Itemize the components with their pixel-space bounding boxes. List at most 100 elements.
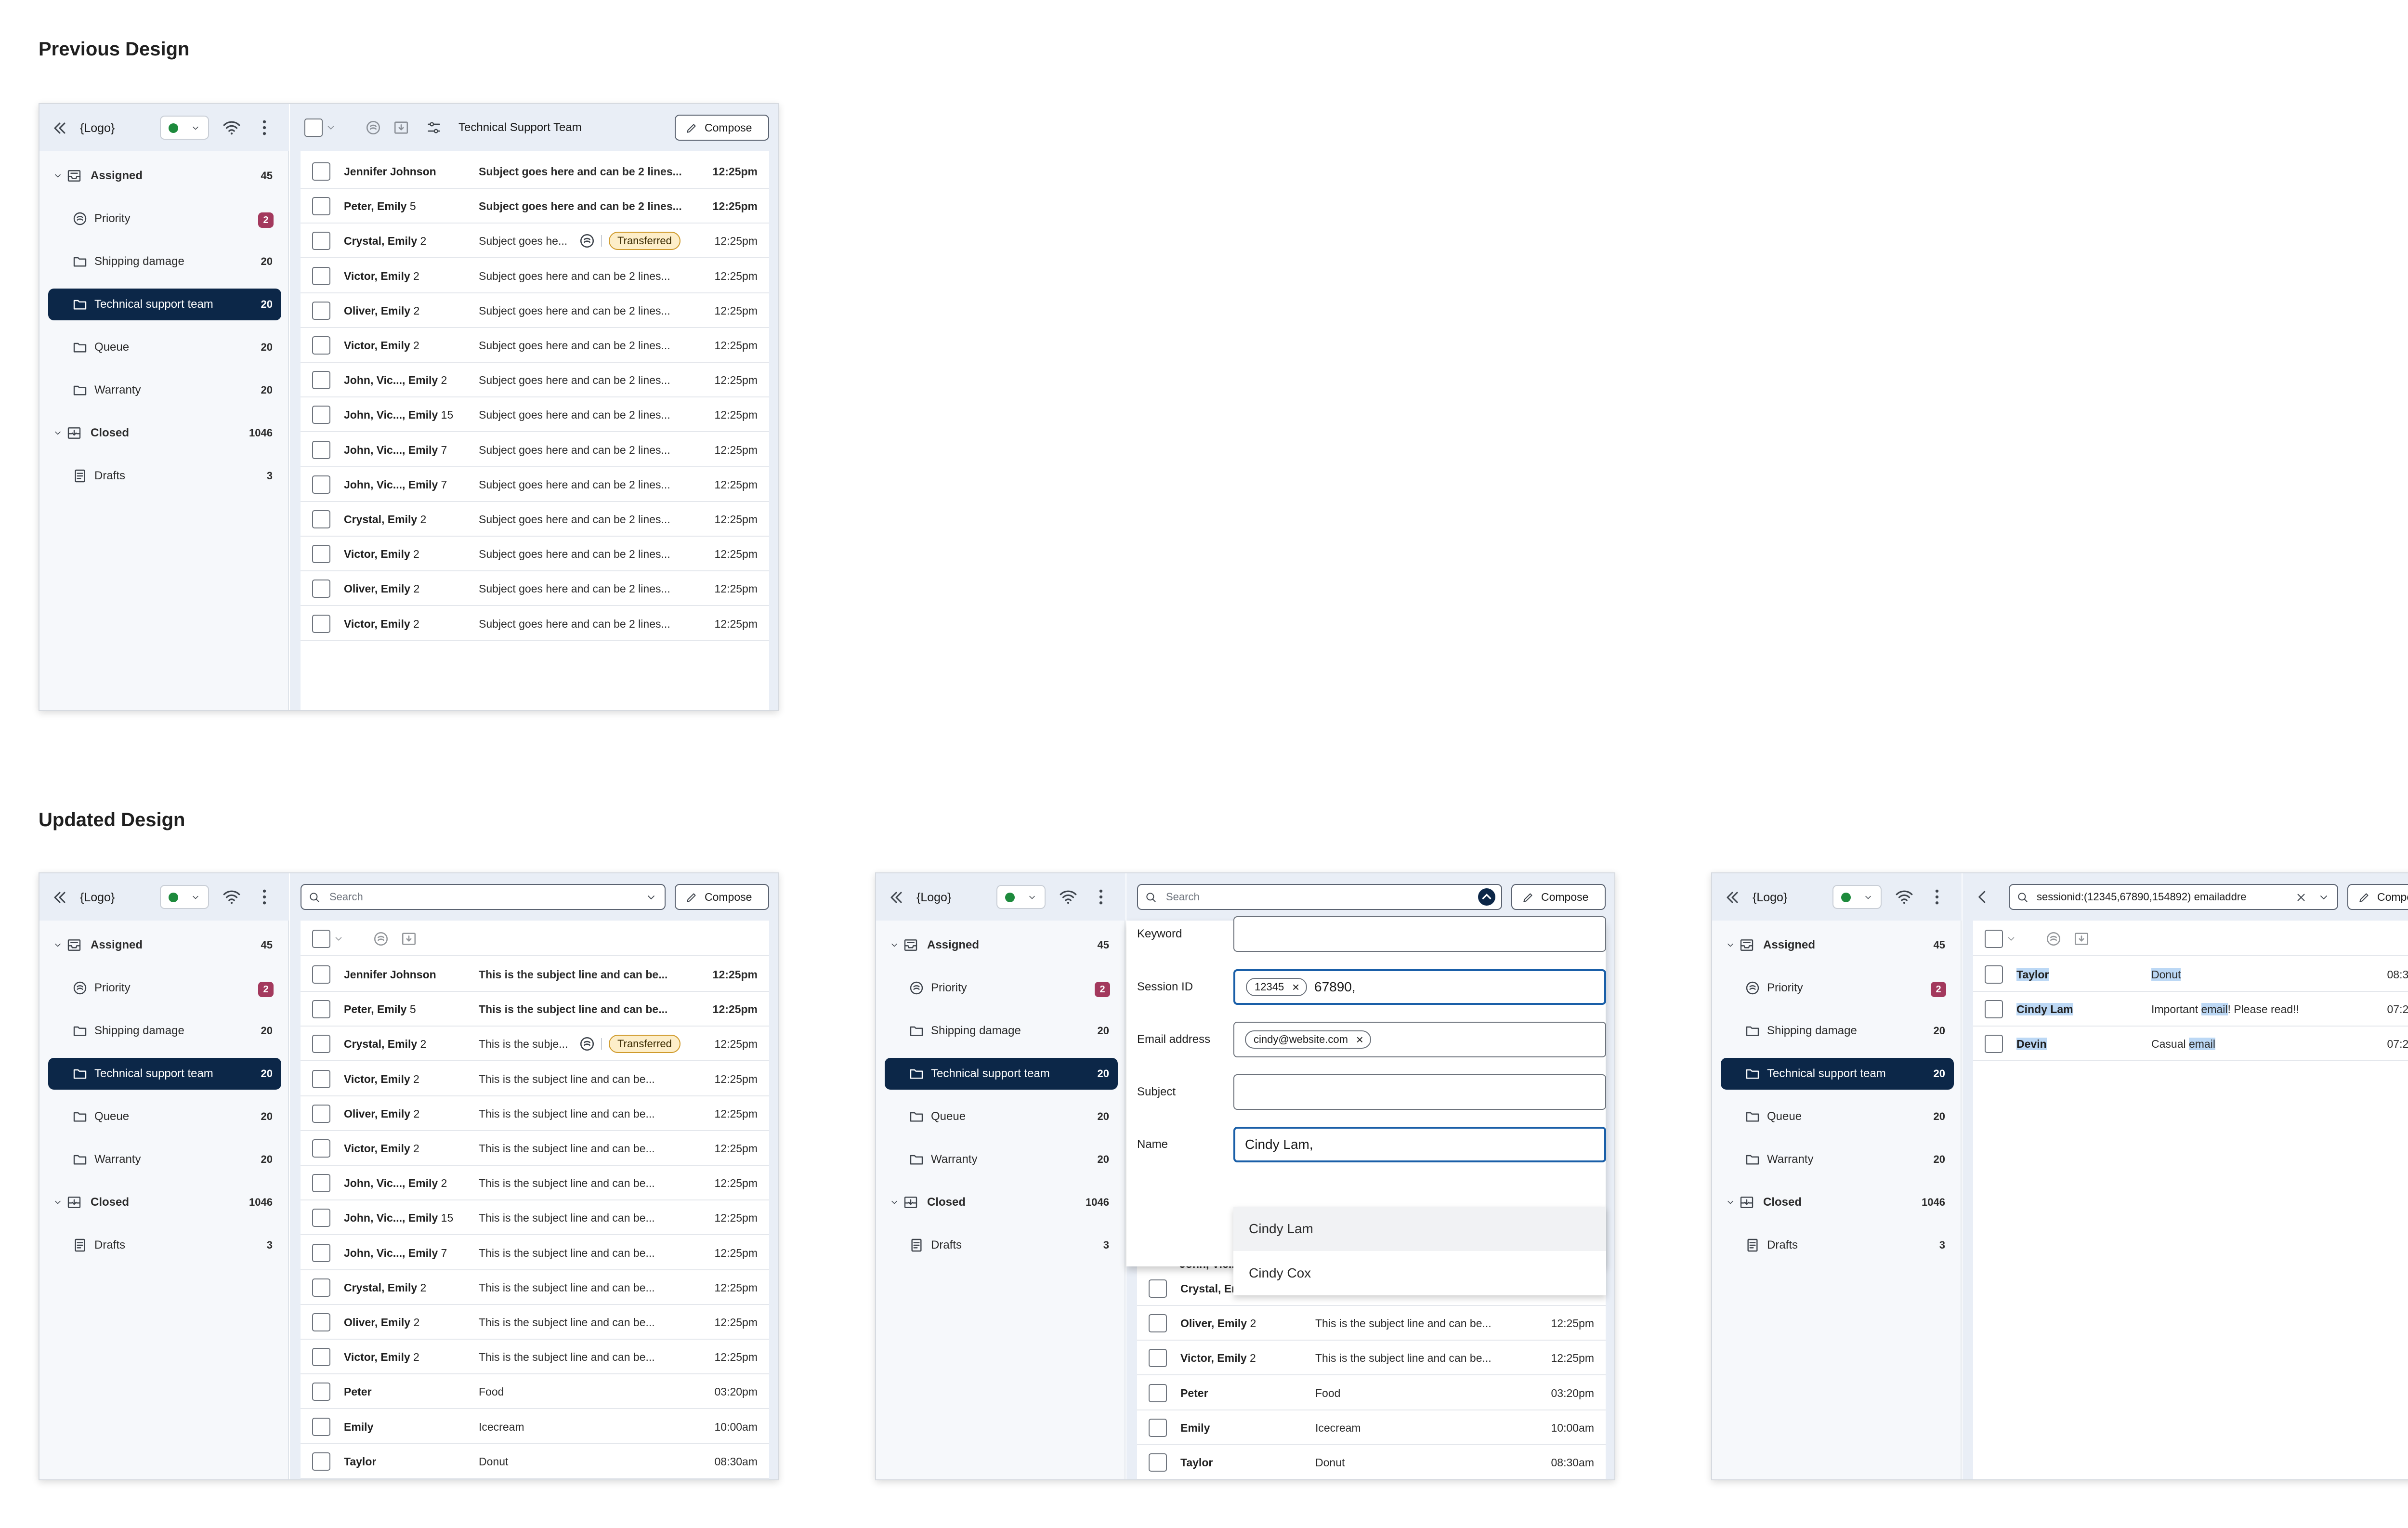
- message-row[interactable]: Emily Icecream 10:00am: [1137, 1410, 1606, 1445]
- message-row[interactable]: Oliver, Emily 2 Subject goes here and can…: [301, 571, 769, 606]
- back-button[interactable]: [1973, 888, 1991, 909]
- sidebar-item-technical-support-team[interactable]: Technical support team 20: [885, 1058, 1118, 1090]
- row-checkbox[interactable]: [312, 1035, 330, 1054]
- search-bar[interactable]: Search: [301, 884, 666, 910]
- email-field[interactable]: cindy@website.com ×: [1233, 1022, 1606, 1057]
- connection-button[interactable]: [222, 887, 242, 907]
- compose-button[interactable]: Compose: [675, 884, 769, 910]
- row-checkbox[interactable]: [312, 1348, 330, 1367]
- search-input[interactable]: Search: [1166, 885, 1455, 909]
- search-bar[interactable]: Search: [1137, 884, 1502, 910]
- expand-toggle[interactable]: [53, 428, 63, 438]
- message-row[interactable]: Peter, Emily 5 Subject goes here and can …: [301, 189, 769, 224]
- clear-search-button[interactable]: [2295, 891, 2307, 906]
- compose-button[interactable]: Compose: [2347, 884, 2408, 910]
- status-dropdown[interactable]: [160, 885, 209, 909]
- sidebar-item-assigned[interactable]: Assigned 45: [48, 929, 281, 961]
- row-checkbox[interactable]: [312, 1383, 330, 1401]
- suggestion-item[interactable]: Cindy Cox: [1233, 1251, 1606, 1295]
- session-id-chip[interactable]: 12345 ×: [1246, 978, 1308, 996]
- sidebar-item-queue[interactable]: Queue 20: [48, 331, 281, 363]
- message-row[interactable]: Victor, Emily 2 Subject goes here and can…: [301, 606, 769, 641]
- more-options-button[interactable]: [254, 118, 275, 138]
- row-checkbox[interactable]: [312, 336, 330, 355]
- sidebar-item-warranty[interactable]: Warranty 20: [885, 1144, 1118, 1175]
- row-checkbox[interactable]: [312, 232, 330, 250]
- connection-button[interactable]: [222, 118, 242, 138]
- row-checkbox[interactable]: [312, 1209, 330, 1227]
- close-conversation-button[interactable]: [393, 119, 409, 138]
- email-chip[interactable]: cindy@website.com ×: [1245, 1030, 1371, 1049]
- status-dropdown[interactable]: [996, 885, 1046, 909]
- sidebar-item-closed[interactable]: Closed 1046: [885, 1186, 1118, 1218]
- row-checkbox[interactable]: [312, 197, 330, 216]
- search-result-row[interactable]: Taylor Donut 08:30am: [1973, 957, 2408, 992]
- row-checkbox[interactable]: [312, 1174, 330, 1193]
- sidebar-item-drafts[interactable]: Drafts 3: [48, 1229, 281, 1261]
- row-checkbox[interactable]: [312, 1243, 330, 1262]
- status-dropdown[interactable]: [160, 116, 209, 140]
- more-options-button[interactable]: [1927, 887, 1947, 907]
- sidebar-item-priority[interactable]: Priority 2: [48, 972, 281, 1004]
- row-checkbox[interactable]: [312, 406, 330, 424]
- select-all-checkbox[interactable]: [312, 930, 330, 948]
- row-checkbox[interactable]: [312, 1104, 330, 1123]
- row-checkbox[interactable]: [1149, 1418, 1167, 1437]
- message-row[interactable]: Peter Food 03:20pm: [1137, 1376, 1606, 1410]
- message-row[interactable]: Oliver, Emily 2 Subject goes here and can…: [301, 293, 769, 328]
- search-bar[interactable]: sessionid:(12345,67890,154892) emailaddr…: [2009, 884, 2338, 910]
- row-checkbox[interactable]: [1149, 1314, 1167, 1333]
- connection-button[interactable]: [1894, 887, 1914, 907]
- message-row[interactable]: Victor, Emily 2 Subject goes here and can…: [301, 328, 769, 363]
- message-row[interactable]: John, Vic..., Emily 2 This is the subject…: [301, 1166, 769, 1201]
- row-checkbox[interactable]: [312, 162, 330, 181]
- row-checkbox[interactable]: [312, 301, 330, 320]
- row-checkbox[interactable]: [1149, 1279, 1167, 1298]
- select-menu-button[interactable]: [2006, 934, 2016, 947]
- sidebar-item-technical-support-team[interactable]: Technical support team 20: [1721, 1058, 1954, 1090]
- message-row[interactable]: Oliver, Emily 2 This is the subject line …: [301, 1305, 769, 1340]
- message-row[interactable]: Victor, Emily 2 This is the subject line …: [301, 1062, 769, 1096]
- collapse-sidebar-button[interactable]: [1723, 888, 1742, 907]
- collapse-sidebar-button[interactable]: [887, 888, 906, 907]
- sidebar-item-shipping-damage[interactable]: Shipping damage 20: [48, 246, 281, 277]
- row-checkbox[interactable]: [312, 1000, 330, 1019]
- sidebar-item-warranty[interactable]: Warranty 20: [1721, 1144, 1954, 1175]
- message-row[interactable]: John, Vic..., Emily 15 This is the subjec…: [301, 1200, 769, 1236]
- collapse-sidebar-button[interactable]: [50, 888, 69, 907]
- row-checkbox[interactable]: [1149, 1349, 1167, 1368]
- status-dropdown[interactable]: [1832, 885, 1882, 909]
- sidebar-item-assigned[interactable]: Assigned 45: [1721, 929, 1954, 961]
- advanced-search-button[interactable]: [645, 892, 657, 906]
- message-row[interactable]: Crystal, Emily 2 Subject goes he... Transf…: [301, 224, 769, 259]
- row-checkbox[interactable]: [312, 510, 330, 528]
- row-checkbox[interactable]: [312, 1278, 330, 1297]
- select-menu-button[interactable]: [333, 934, 344, 947]
- row-checkbox[interactable]: [312, 1417, 330, 1436]
- collapse-advanced-search-button[interactable]: [1478, 888, 1495, 906]
- row-checkbox[interactable]: [312, 1313, 330, 1331]
- transfer-button[interactable]: [365, 119, 381, 138]
- row-checkbox[interactable]: [1985, 1000, 2003, 1019]
- more-options-button[interactable]: [1091, 887, 1111, 907]
- message-row[interactable]: Taylor Donut 08:30am: [301, 1444, 769, 1479]
- message-row[interactable]: John, Vic..., Emily 2 Subject goes here a…: [301, 363, 769, 398]
- filter-button[interactable]: [426, 119, 442, 138]
- row-checkbox[interactable]: [312, 580, 330, 598]
- name-field[interactable]: Cindy Lam,: [1233, 1127, 1606, 1162]
- message-row[interactable]: Victor, Emily 2 Subject goes here and can…: [301, 537, 769, 572]
- row-checkbox[interactable]: [312, 1069, 330, 1088]
- sidebar-item-closed[interactable]: Closed 1046: [1721, 1186, 1954, 1218]
- remove-chip-icon[interactable]: ×: [1292, 979, 1299, 995]
- expand-toggle[interactable]: [53, 1198, 63, 1207]
- sidebar-item-priority[interactable]: Priority 2: [48, 203, 281, 235]
- select-all-checkbox[interactable]: [1985, 930, 2003, 948]
- expand-toggle[interactable]: [1726, 1198, 1735, 1207]
- sidebar-item-drafts[interactable]: Drafts 3: [885, 1229, 1118, 1261]
- message-row[interactable]: Jennifer Johnson This is the subject line…: [301, 957, 769, 992]
- select-menu-button[interactable]: [326, 122, 336, 135]
- row-checkbox[interactable]: [312, 1452, 330, 1471]
- sidebar-item-shipping-damage[interactable]: Shipping damage 20: [885, 1015, 1118, 1047]
- sidebar-item-warranty[interactable]: Warranty 20: [48, 1144, 281, 1175]
- row-checkbox[interactable]: [312, 545, 330, 564]
